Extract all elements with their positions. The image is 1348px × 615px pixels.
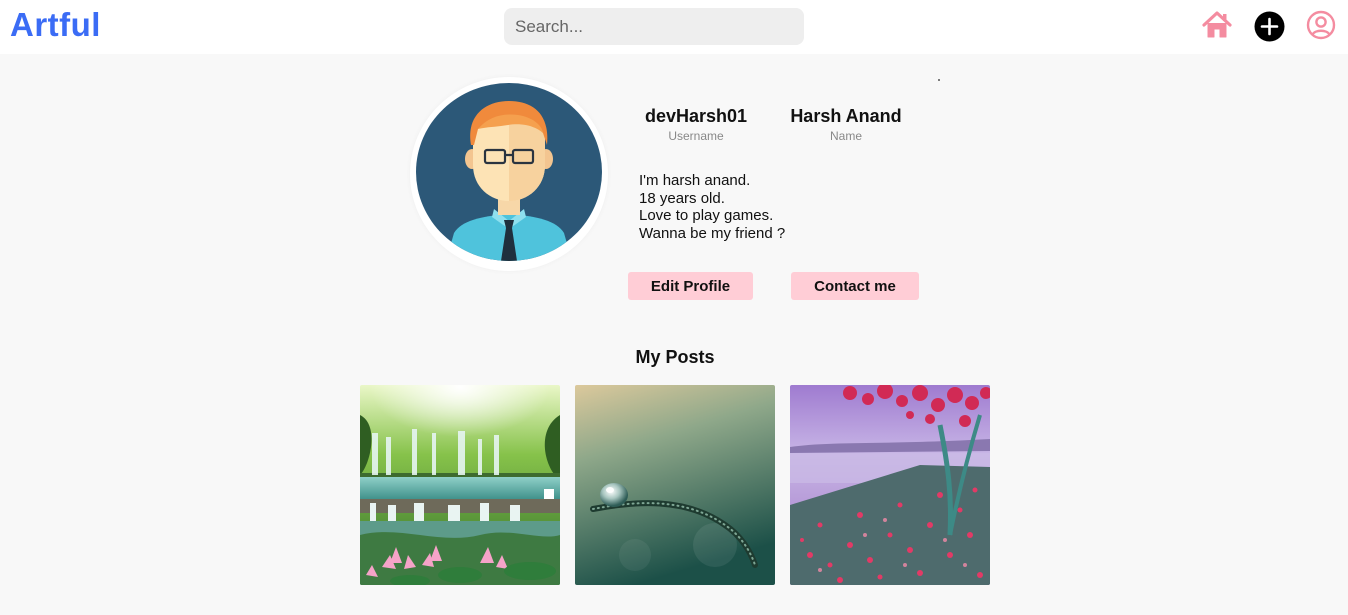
bio-line: Love to play games. (639, 207, 774, 224)
avatar (416, 83, 602, 261)
profile-icon[interactable] (1306, 10, 1336, 45)
posts-title: My Posts (635, 347, 715, 367)
bio: I'm harsh anand. 18 years old. Love to p… (639, 172, 785, 242)
brand-logo[interactable]: Artful (10, 6, 101, 44)
post-dewdrop-image[interactable] (575, 385, 775, 585)
username-block: devHarsh01 Username (631, 105, 761, 143)
name-caption: Name (829, 129, 862, 143)
post-waterfall-image[interactable] (360, 385, 560, 585)
navbar: Artful (0, 0, 1348, 54)
search-input[interactable] (504, 8, 804, 45)
bio-line: I'm harsh anand. (639, 172, 751, 189)
username-caption: Username (668, 129, 724, 143)
home-icon[interactable] (1201, 10, 1233, 45)
bio-line: Wanna be my friend ? (639, 224, 786, 242)
post-autumn-lake-image[interactable] (790, 385, 990, 585)
username-value: devHarsh01 (644, 106, 748, 126)
avatar-frame (410, 77, 608, 271)
name-value: Harsh Anand (790, 106, 902, 126)
add-post-icon[interactable] (1254, 11, 1285, 47)
contact-me-button[interactable]: Contact me (791, 272, 919, 300)
name-block: Harsh Anand Name (781, 105, 911, 143)
bio-line: 18 years old. (639, 189, 725, 207)
edit-profile-button[interactable]: Edit Profile (628, 272, 753, 300)
stray-dot (938, 79, 940, 81)
